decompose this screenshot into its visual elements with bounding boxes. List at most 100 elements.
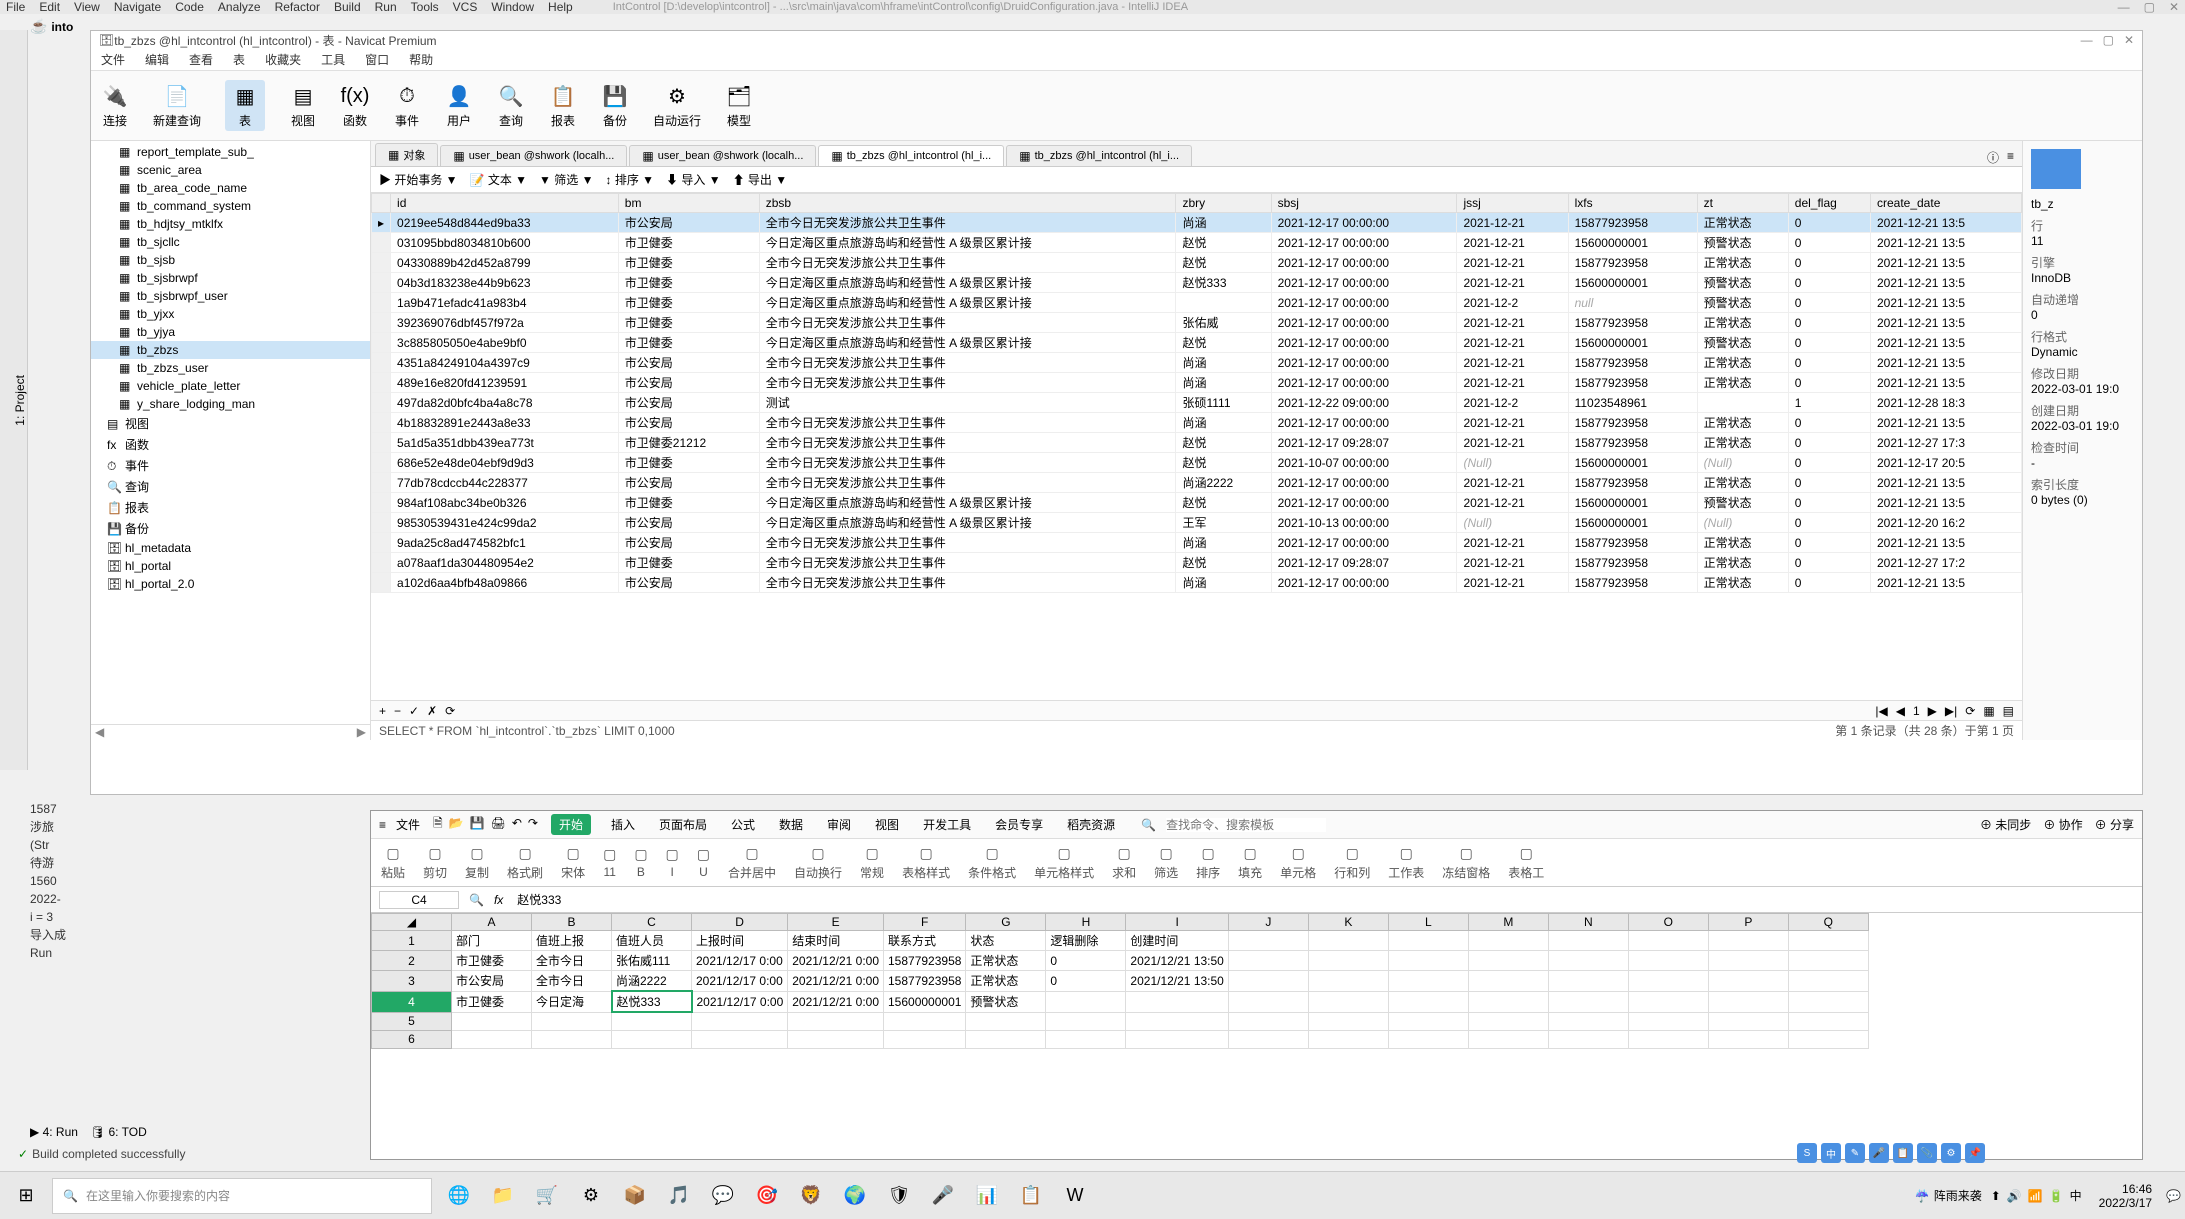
- excel-col-I[interactable]: I: [1126, 914, 1228, 931]
- excel-cell[interactable]: 结束时间: [788, 931, 884, 951]
- table-cell[interactable]: 2021-12-21: [1457, 273, 1568, 293]
- table-cell[interactable]: 市卫健委: [618, 453, 759, 473]
- excel-cell[interactable]: [966, 1030, 1046, 1048]
- cell-reference-box[interactable]: C4: [379, 891, 459, 909]
- ij-menu-refactor[interactable]: Refactor: [275, 0, 320, 14]
- ribbon-表格工[interactable]: ▢表格工: [1508, 845, 1544, 881]
- taskbar-app[interactable]: 🎯: [750, 1179, 784, 1213]
- table-cell[interactable]: [1176, 293, 1271, 313]
- table-cell[interactable]: 尚涵2222: [1176, 473, 1271, 493]
- table-cell[interactable]: 2021-12-21 13:5: [1870, 533, 2021, 553]
- tree-item-scenic_area[interactable]: ▦scenic_area: [91, 161, 370, 179]
- excel-cell[interactable]: 值班上报: [532, 931, 612, 951]
- excel-cell[interactable]: [1708, 991, 1788, 1012]
- tree-item-tb_sjcllc[interactable]: ▦tb_sjcllc: [91, 233, 370, 251]
- table-cell[interactable]: 赵悦: [1176, 233, 1271, 253]
- excel-cell[interactable]: 2021/12/17 0:00: [692, 971, 788, 992]
- excel-cell[interactable]: [1046, 1012, 1126, 1030]
- tree-item-事件[interactable]: ⏱事件: [91, 455, 370, 476]
- ij-menu-file[interactable]: File: [6, 0, 25, 14]
- tree-item-tb_yjxx[interactable]: ▦tb_yjxx: [91, 305, 370, 323]
- ribbon-单元格样式[interactable]: ▢单元格样式: [1034, 845, 1094, 881]
- table-cell[interactable]: 0: [1788, 253, 1870, 273]
- table-cell[interactable]: 497da82d0bfc4ba4a8c78: [391, 393, 619, 413]
- table-cell[interactable]: 赵悦: [1176, 253, 1271, 273]
- col-header-zbsb[interactable]: zbsb: [759, 194, 1176, 213]
- excel-cell[interactable]: 创建时间: [1126, 931, 1228, 951]
- table-cell[interactable]: 2021-12-17 00:00:00: [1271, 353, 1457, 373]
- table-cell[interactable]: 11023548961: [1568, 393, 1697, 413]
- excel-menu-icon[interactable]: ≡: [379, 818, 386, 832]
- tree-item-tb_sjsbrwpf_user[interactable]: ▦tb_sjsbrwpf_user: [91, 287, 370, 305]
- excel-cell[interactable]: 张佑威111: [612, 951, 692, 971]
- excel-col-E[interactable]: E: [788, 914, 884, 931]
- col-header-del_flag[interactable]: del_flag: [1788, 194, 1870, 213]
- table-cell[interactable]: 赵悦: [1176, 493, 1271, 513]
- table-row[interactable]: 04b3d183238e44b9b623市卫健委今日定海区重点旅游岛屿和经营性 …: [372, 273, 2022, 293]
- ime-badge[interactable]: 中: [1821, 1143, 1841, 1163]
- table-cell[interactable]: 2021-12-17 00:00:00: [1271, 253, 1457, 273]
- table-cell[interactable]: 2021-12-21: [1457, 413, 1568, 433]
- table-cell[interactable]: 2021-12-21 13:5: [1870, 573, 2021, 593]
- excel-headbtn[interactable]: ⊕ 协作: [2043, 816, 2082, 833]
- ribbontab-视图[interactable]: 视图: [871, 814, 903, 835]
- excel-cell[interactable]: 2021/12/21 0:00: [788, 991, 884, 1012]
- table-cell[interactable]: 今日定海区重点旅游岛屿和经营性 A 级景区累计接: [759, 233, 1176, 253]
- excel-cell[interactable]: [1308, 931, 1388, 951]
- table-row[interactable]: 5a1d5a351dbb439ea773t市卫健委21212全市今日无突发涉旅公…: [372, 433, 2022, 453]
- table-row[interactable]: 031095bbd8034810b600市卫健委今日定海区重点旅游岛屿和经营性 …: [372, 233, 2022, 253]
- ribbon-合并居中[interactable]: ▢合并居中: [728, 845, 776, 881]
- table-cell[interactable]: 尚涵: [1176, 573, 1271, 593]
- table-cell[interactable]: 赵悦: [1176, 453, 1271, 473]
- taskbar-app[interactable]: 📋: [1014, 1179, 1048, 1213]
- ribbon-11[interactable]: ▢11: [603, 846, 616, 879]
- table-cell[interactable]: 市公安局: [618, 413, 759, 433]
- table-row[interactable]: 984af108abc34be0b326市卫健委今日定海区重点旅游岛屿和经营性 …: [372, 493, 2022, 513]
- table-cell[interactable]: 15877923958: [1568, 573, 1697, 593]
- tray-icon[interactable]: 🔊: [2007, 1189, 2022, 1203]
- table-cell[interactable]: 市公安局: [618, 213, 759, 233]
- table-cell[interactable]: 2021-12-21 13:5: [1870, 493, 2021, 513]
- excel-cell[interactable]: [1228, 971, 1308, 992]
- excel-row[interactable]: 1部门值班上报值班人员上报时间结束时间联系方式状态逻辑删除创建时间: [372, 931, 1869, 951]
- table-cell[interactable]: 1: [1788, 393, 1870, 413]
- excel-cell[interactable]: 2021/12/21 13:50: [1126, 951, 1228, 971]
- col-header-lxfs[interactable]: lxfs: [1568, 194, 1697, 213]
- excel-cell[interactable]: 15877923958: [884, 951, 966, 971]
- footer-btn[interactable]: ✓: [409, 704, 419, 718]
- taskbar-app[interactable]: ⚙: [574, 1179, 608, 1213]
- table-cell[interactable]: 2021-12-21 13:5: [1870, 293, 2021, 313]
- ij-menu-analyze[interactable]: Analyze: [218, 0, 261, 14]
- excel-cell[interactable]: [452, 1030, 532, 1048]
- excel-grid[interactable]: ◢ABCDEFGHIJKLMNOPQ1部门值班上报值班人员上报时间结束时间联系方…: [371, 913, 2142, 1159]
- excel-cell[interactable]: [1628, 991, 1708, 1012]
- excel-cell[interactable]: [1468, 1030, 1548, 1048]
- table-cell[interactable]: 2021-12-17 00:00:00: [1271, 333, 1457, 353]
- excel-cell[interactable]: [1388, 931, 1468, 951]
- table-cell[interactable]: 正常状态: [1697, 533, 1788, 553]
- tool-事件[interactable]: ⏱ 事件: [393, 82, 421, 129]
- excel-cell[interactable]: [1628, 1030, 1708, 1048]
- ij-menu-tools[interactable]: Tools: [411, 0, 439, 14]
- excel-row[interactable]: 5: [372, 1012, 1869, 1030]
- table-cell[interactable]: 2021-12-17 09:28:07: [1271, 553, 1457, 573]
- table-cell[interactable]: 今日定海区重点旅游岛屿和经营性 A 级景区累计接: [759, 273, 1176, 293]
- table-cell[interactable]: 2021-12-21: [1457, 213, 1568, 233]
- table-cell[interactable]: 15600000001: [1568, 453, 1697, 473]
- table-row[interactable]: a078aaf1da304480954e2市卫健委全市今日无突发涉旅公共卫生事件…: [372, 553, 2022, 573]
- taskbar-search[interactable]: 🔍 在这里输入你要搜索的内容: [52, 1178, 432, 1214]
- tree-item-tb_sjsbrwpf[interactable]: ▦tb_sjsbrwpf: [91, 269, 370, 287]
- excel-cell[interactable]: [532, 1012, 612, 1030]
- qa-btn[interactable]: 💾: [470, 816, 485, 830]
- nav-page-btn[interactable]: ▶: [1928, 704, 1937, 718]
- ime-badge[interactable]: S: [1797, 1143, 1817, 1163]
- tree-item-hl_portal_2.0[interactable]: 🗄hl_portal_2.0: [91, 575, 370, 593]
- nav-menu-item[interactable]: 文件: [101, 51, 125, 68]
- excel-cell[interactable]: [1708, 951, 1788, 971]
- excel-cell[interactable]: [692, 1030, 788, 1048]
- table-cell[interactable]: 尚涵: [1176, 533, 1271, 553]
- table-cell[interactable]: 0: [1788, 553, 1870, 573]
- subtool-导出[interactable]: ⬆ 导出 ▼: [733, 171, 788, 188]
- excel-cell[interactable]: [1628, 931, 1708, 951]
- tool-表[interactable]: ▦ 表: [225, 80, 265, 131]
